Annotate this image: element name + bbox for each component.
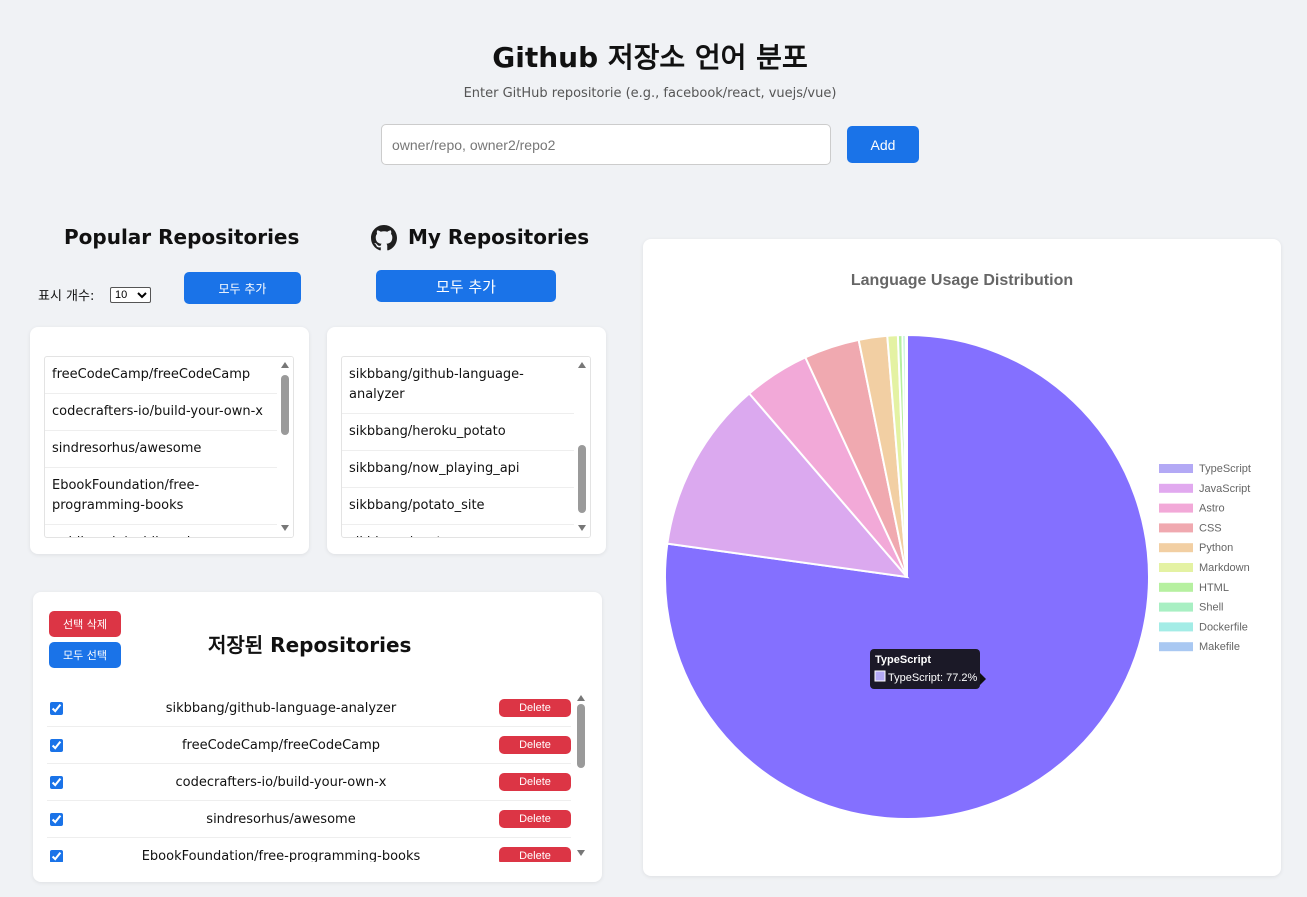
delete-button[interactable]: Delete <box>499 736 571 754</box>
legend-label[interactable]: CSS <box>1199 522 1222 534</box>
legend-swatch[interactable] <box>1159 622 1193 632</box>
legend-swatch[interactable] <box>1159 543 1193 553</box>
display-count-label: 표시 개수: <box>38 289 95 304</box>
saved-repos-title: 저장된 Repositories <box>208 633 412 657</box>
my-repos-title: My Repositories <box>408 225 590 249</box>
repo-input[interactable] <box>381 124 831 165</box>
table-row: codecrafters-io/build-your-own-x Delete <box>47 764 571 801</box>
list-item[interactable]: sikbbang/now_playing_api <box>342 451 574 488</box>
saved-repos-card: 선택 삭제 모두 선택 저장된 Repositories sikbbang/gi… <box>33 592 602 882</box>
scrollbar[interactable] <box>574 357 590 537</box>
scroll-up-icon[interactable] <box>577 695 585 701</box>
pie-slice-makefile[interactable] <box>905 333 908 578</box>
delete-button[interactable]: Delete <box>499 699 571 717</box>
legend-label[interactable]: Shell <box>1199 602 1223 614</box>
list-item[interactable]: freeCodeCamp/freeCodeCamp <box>45 357 277 394</box>
popular-title: Popular Repositories <box>64 225 300 249</box>
chart-card: Language Usage Distribution TypeScript Jav… <box>643 239 1281 876</box>
table-row: EbookFoundation/free-programming-books D… <box>47 838 571 862</box>
scroll-up-icon[interactable] <box>281 362 289 368</box>
delete-button[interactable]: Delete <box>499 847 571 862</box>
popular-list[interactable]: freeCodeCamp/freeCodeCamp codecrafters-i… <box>44 356 294 538</box>
repo-name: EbookFoundation/free-programming-books <box>141 848 421 863</box>
table-row: freeCodeCamp/freeCodeCamp Delete <box>47 727 571 764</box>
add-button[interactable]: Add <box>847 126 919 163</box>
legend-label[interactable]: Dockerfile <box>1199 621 1248 633</box>
my-repos-list[interactable]: sikbbang/github-language-analyzer sikbba… <box>341 356 591 538</box>
legend-label[interactable]: HTML <box>1199 582 1229 594</box>
table-row: sindresorhus/awesome Delete <box>47 801 571 838</box>
row-checkbox[interactable] <box>50 738 63 752</box>
row-checkbox[interactable] <box>50 812 63 826</box>
legend-label[interactable]: Markdown <box>1199 562 1250 574</box>
delete-button[interactable]: Delete <box>499 773 571 791</box>
legend-swatch[interactable] <box>1159 602 1193 612</box>
popular-add-all-button[interactable]: 모두 추가 <box>184 272 301 304</box>
scroll-down-icon[interactable] <box>577 850 585 856</box>
github-icon <box>371 225 397 251</box>
scroll-up-icon[interactable] <box>578 362 586 368</box>
list-item[interactable]: EbookFoundation/free-programming-books <box>45 468 277 525</box>
select-all-button[interactable]: 모두 선택 <box>49 642 121 668</box>
saved-repos-list: sikbbang/github-language-analyzer Delete… <box>47 690 587 862</box>
legend-label[interactable]: Astro <box>1199 503 1225 515</box>
scrollbar[interactable] <box>573 690 587 862</box>
legend-swatch[interactable] <box>1159 563 1193 572</box>
legend-label[interactable]: TypeScript <box>1199 463 1251 475</box>
list-item[interactable]: codecrafters-io/build-your-own-x <box>45 394 277 431</box>
list-item[interactable]: sikbbang/pygt <box>342 525 574 537</box>
table-row: sikbbang/github-language-analyzer Delete <box>47 690 571 727</box>
scroll-down-icon[interactable] <box>578 525 586 531</box>
scroll-thumb[interactable] <box>578 445 586 513</box>
tooltip-title: TypeScript <box>875 654 931 666</box>
list-item[interactable]: sikbbang/heroku_potato <box>342 414 574 451</box>
row-checkbox[interactable] <box>50 775 63 789</box>
repo-name: sindresorhus/awesome <box>206 811 356 827</box>
legend-swatch[interactable] <box>1159 503 1193 513</box>
legend-label[interactable]: JavaScript <box>1199 483 1250 495</box>
popular-card: freeCodeCamp/freeCodeCamp codecrafters-i… <box>30 327 309 554</box>
delete-selected-button[interactable]: 선택 삭제 <box>49 611 121 637</box>
legend-swatch[interactable] <box>1159 464 1193 473</box>
legend-swatch[interactable] <box>1159 523 1193 533</box>
list-item[interactable]: sikbbang/potato_site <box>342 488 574 525</box>
page-title: Github 저장소 언어 분포 <box>492 41 808 74</box>
my-add-all-button[interactable]: 모두 추가 <box>376 270 556 302</box>
my-repos-card: sikbbang/github-language-analyzer sikbba… <box>327 327 606 554</box>
scroll-thumb[interactable] <box>281 375 289 435</box>
list-item[interactable]: public-apis/public-apis <box>45 525 277 537</box>
scroll-thumb[interactable] <box>577 704 585 768</box>
legend-swatch[interactable] <box>1159 483 1193 493</box>
legend-label[interactable]: Makefile <box>1199 641 1240 653</box>
legend-label[interactable]: Python <box>1199 542 1233 554</box>
pie-chart: Language Usage Distribution TypeScript Jav… <box>664 272 1251 820</box>
tooltip-swatch <box>874 670 886 682</box>
row-checkbox[interactable] <box>50 701 63 715</box>
row-checkbox[interactable] <box>50 849 63 862</box>
scroll-down-icon[interactable] <box>281 525 289 531</box>
legend-swatch[interactable] <box>1159 582 1193 592</box>
scrollbar[interactable] <box>277 357 293 537</box>
list-item[interactable]: sindresorhus/awesome <box>45 431 277 468</box>
repo-name: freeCodeCamp/freeCodeCamp <box>181 737 381 753</box>
chart-title: Language Usage Distribution <box>851 272 1073 289</box>
list-item[interactable]: sikbbang/github-language-analyzer <box>342 357 574 414</box>
display-count-select[interactable]: 10 <box>110 287 151 303</box>
tooltip-label: TypeScript: 77.2% <box>888 672 977 684</box>
page-subtitle: Enter GitHub repositorie (e.g., facebook… <box>463 86 837 101</box>
repo-name: sikbbang/github-language-analyzer <box>165 700 397 716</box>
legend-swatch[interactable] <box>1159 642 1193 652</box>
repo-name: codecrafters-io/build-your-own-x <box>175 774 387 790</box>
delete-button[interactable]: Delete <box>499 810 571 828</box>
